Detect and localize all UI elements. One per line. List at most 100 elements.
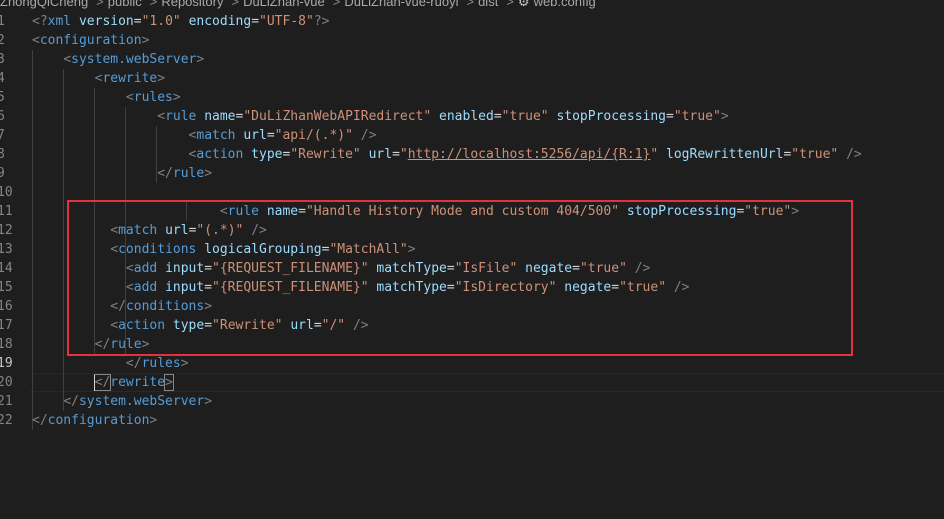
code-line[interactable]: 8 <action type="Rewrite" url="http://loc…	[0, 145, 944, 164]
code-line[interactable]: 1 <?xml version="1.0" encoding="UTF-8"?>	[0, 12, 944, 31]
breadcrumb-item[interactable]: DuLiZhan-vue-ruoyi	[344, 0, 458, 9]
breadcrumb-item[interactable]: Repository	[161, 0, 223, 9]
code-text: <match url="api/(.*)" />	[32, 126, 377, 145]
code-line[interactable]: 7 <match url="api/(.*)" />	[0, 126, 944, 145]
code-token-p: >	[149, 413, 158, 428]
breadcrumb-item[interactable]: public	[108, 0, 142, 9]
code-token-tag: configuration	[39, 33, 142, 48]
code-text: <rewrite>	[32, 69, 165, 88]
code-token-tag: rewrite	[110, 375, 166, 390]
code-token-attr: type	[251, 147, 283, 162]
code-token-p: <	[157, 109, 166, 124]
breadcrumb-item[interactable]: ZhongQiCheng	[0, 0, 88, 9]
code-token-str: "1.0"	[141, 14, 181, 29]
code-token-url: http://localhost:5256/api/{R:1}	[407, 147, 651, 162]
code-line[interactable]: 4 <rewrite>	[0, 69, 944, 88]
code-text: </configuration>	[32, 411, 157, 430]
breadcrumb-file[interactable]: web.config	[534, 0, 596, 9]
code-token-p: >	[141, 33, 150, 48]
code-token-p: </	[32, 413, 48, 428]
code-token-p: </	[63, 394, 79, 409]
code-token-tag: xml	[47, 14, 72, 29]
line-number: 20	[0, 375, 13, 390]
code-line[interactable]: 5 <rules>	[0, 88, 944, 107]
code-token-p: <	[125, 90, 134, 105]
code-line[interactable]: 3 <system.webServer>	[0, 50, 944, 69]
code-text: </system.webServer>	[32, 392, 212, 411]
code-token-tag: rule	[172, 166, 205, 181]
code-line[interactable]: 19 </rules>	[0, 354, 944, 373]
code-token-p: </	[93, 374, 112, 391]
code-line[interactable]: 6 <rule name = "DuLiZhanWebAPIRedirect" en…	[0, 107, 944, 126]
code-token-p: </	[157, 166, 173, 181]
code-editor[interactable]: 1 <?xml version="1.0" encoding="UTF-8"?> 2…	[0, 12, 944, 519]
code-token-eq: =	[133, 14, 142, 29]
code-token-p: >	[196, 52, 205, 67]
gear-icon: ⚙	[517, 0, 530, 9]
code-text: <rules>	[32, 88, 181, 107]
code-token-str: "api/(.*)"	[274, 128, 353, 143]
line-number: 21	[0, 394, 13, 409]
code-token-p: />	[846, 147, 862, 162]
code-token-eq: =	[392, 147, 400, 162]
code-token-attr: encoding	[188, 14, 252, 29]
code-text: </rules>	[32, 354, 189, 373]
line-number: 11	[0, 204, 13, 219]
code-token-p: >	[720, 109, 729, 124]
annotation-red-box	[67, 200, 853, 356]
code-token-tag: system.webServer	[78, 394, 205, 409]
text-cursor	[94, 375, 95, 391]
breadcrumb-item[interactable]: dist	[478, 0, 498, 9]
line-number: 8	[0, 147, 5, 162]
code-line[interactable]: 20 </rewrite>	[0, 373, 944, 392]
code-line[interactable]: 2 <configuration>	[0, 31, 944, 50]
line-number: 3	[0, 52, 5, 67]
code-text: <?xml version="1.0" encoding="UTF-8"?>	[32, 12, 329, 31]
code-token-p: >	[204, 166, 213, 181]
code-text: <rule name = "DuLiZhanWebAPIRedirect" enab…	[32, 107, 729, 126]
line-number: 9	[0, 166, 5, 181]
code-token-p: <?	[32, 14, 48, 29]
chevron-right-icon: >	[231, 0, 240, 9]
code-token-tag: rewrite	[102, 71, 158, 86]
code-token-attr: enabled	[439, 109, 494, 124]
code-token-tag: match	[196, 128, 236, 143]
breadcrumb-item[interactable]: DuLiZhan-vue	[243, 0, 325, 9]
code-token-eq: =	[251, 14, 260, 29]
line-number: 2	[0, 33, 5, 48]
line-number: 1	[0, 14, 5, 29]
code-token-p: </	[125, 356, 142, 371]
code-token-p: <	[32, 33, 40, 48]
code-token-attr: stopProcessing	[556, 109, 667, 124]
code-text: </rewrite>	[32, 373, 174, 392]
breadcrumb: ZhongQiCheng > public > Repository > DuLiZhan-…	[0, 0, 944, 11]
code-text: <action type="Rewrite" url="http://local…	[32, 145, 862, 164]
line-number: 13	[0, 242, 13, 257]
code-token-str: "true"	[501, 109, 549, 124]
code-line[interactable]: 9 </rule>	[0, 164, 944, 183]
code-token-tag: system.webServer	[71, 52, 197, 67]
code-text: <configuration>	[32, 31, 149, 50]
code-token-attr: name	[204, 109, 236, 124]
code-token-p: >	[204, 394, 213, 409]
code-line[interactable]: 21 </system.webServer>	[0, 392, 944, 411]
chevron-right-icon: >	[506, 0, 514, 9]
line-number: 15	[0, 280, 13, 295]
line-number: 10	[0, 185, 13, 200]
code-line[interactable]: 22 </configuration>	[0, 411, 944, 430]
code-token-str: "true"	[673, 109, 721, 124]
code-token-eq: =	[666, 109, 674, 124]
code-text: <system.webServer>	[32, 50, 204, 69]
